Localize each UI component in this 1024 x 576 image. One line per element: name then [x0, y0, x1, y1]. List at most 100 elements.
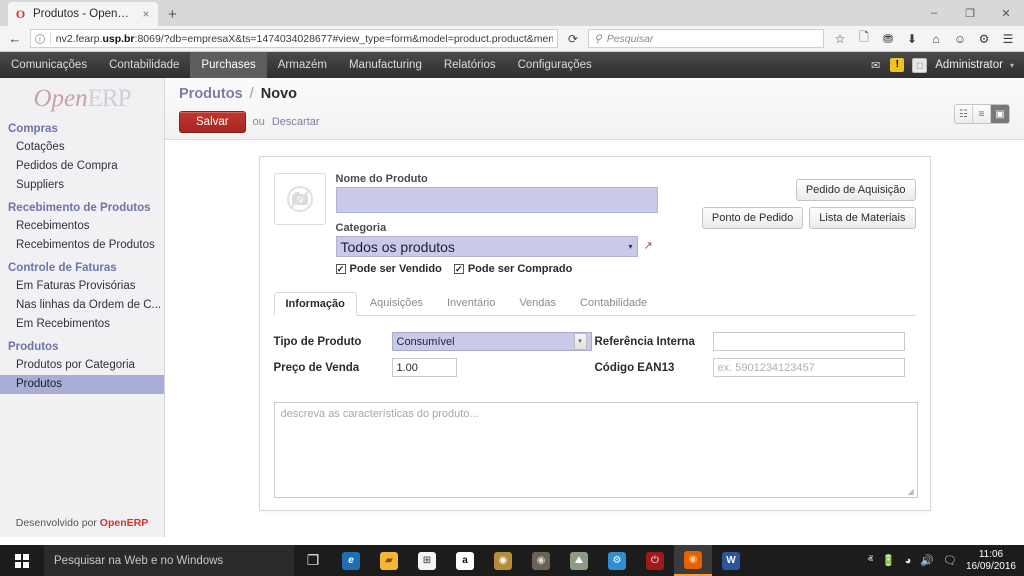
form-view-icon[interactable]: ▣ [991, 105, 1009, 123]
sidebar-item-em-faturas-provisorias[interactable]: Em Faturas Provisórias [0, 277, 164, 296]
minimize-icon[interactable]: – [916, 7, 952, 19]
resize-handle[interactable]: ◢ [908, 488, 916, 496]
taskbar-app-blue[interactable]: ⚙ [598, 545, 636, 576]
sidebar-item-pedidos-de-compra[interactable]: Pedidos de Compra [0, 157, 164, 176]
downloads-icon[interactable]: ⬇ [900, 32, 924, 46]
sidebar-item-em-recebimentos[interactable]: Em Recebimentos [0, 315, 164, 334]
description-textarea[interactable]: descreva as características do produto..… [273, 402, 918, 498]
sale-price-input[interactable]: 1.00 [391, 358, 457, 377]
opera-o-icon: O [15, 6, 26, 21]
purchase-order-button[interactable]: Pedido de Aquisição [795, 179, 916, 201]
form-field-grid: Tipo de Produto Consumível ▾ Preço de Ve… [274, 332, 916, 384]
reading-list-icon[interactable]: 🗋 [852, 28, 876, 49]
star-icon[interactable]: ☆ [828, 32, 852, 46]
menu-item-manufacturing[interactable]: Manufacturing [338, 52, 433, 78]
tab-inventario[interactable]: Inventário [436, 292, 506, 316]
breadcrumb-parent[interactable]: Produtos [179, 86, 243, 102]
kanban-view-icon[interactable]: ☷ [955, 105, 973, 123]
sidebar-item-recebimentos-de-produtos[interactable]: Recebimentos de Produtos [0, 236, 164, 255]
tab-aquisicoes[interactable]: Aquisições [359, 292, 434, 316]
taskbar-app-word[interactable]: W [712, 545, 750, 576]
category-label: Categoria [335, 222, 387, 234]
external-link-icon[interactable]: ↗ [644, 239, 653, 252]
ean13-input[interactable]: ex. 5901234123457 [712, 358, 905, 377]
home-icon[interactable]: ⌂ [924, 32, 948, 46]
taskbar-app-firefox[interactable]: ◉ [674, 545, 712, 576]
taskbar-app-store[interactable]: ⊞ [408, 545, 446, 576]
notifications-icon[interactable]: 🗨 [943, 554, 957, 567]
url-bar[interactable]: i nv2.fearp.usp.br:8069/?db=empresaX&ts=… [30, 29, 558, 48]
close-window-icon[interactable]: ✕ [988, 7, 1024, 20]
category-value: Todos os produtos [340, 238, 455, 255]
menu-icon[interactable]: ☰ [996, 32, 1020, 46]
menu-item-configuracoes[interactable]: Configurações [507, 52, 603, 78]
tab-informacao[interactable]: Informação [273, 292, 357, 316]
task-view-icon[interactable]: ❐ [294, 545, 332, 576]
product-type-label: Tipo de Produto [273, 335, 362, 348]
can-be-purchased-checkbox[interactable]: ✓ Pode ser Comprado [453, 263, 572, 275]
wifi-icon[interactable]: ◕ [905, 555, 912, 567]
volume-icon[interactable]: 🔊 [920, 554, 934, 567]
taskbar-search-placeholder: Pesquisar na Web e no Windows [54, 554, 224, 567]
new-tab-button[interactable]: + [168, 6, 177, 23]
gold-app-icon: ◉ [494, 551, 512, 570]
sidebar-item-produtos[interactable]: Produtos [0, 375, 164, 394]
menu-item-relatorios[interactable]: Relatórios [433, 52, 507, 78]
taskbar-app-photos[interactable]: ⛰ [560, 545, 598, 576]
menu-item-contabilidade[interactable]: Contabilidade [98, 52, 190, 78]
menu-item-armazem[interactable]: Armazém [267, 52, 338, 78]
tab-vendas[interactable]: Vendas [508, 292, 567, 316]
avatar[interactable]: ◻ [912, 57, 928, 73]
taskbar-app-file-explorer[interactable]: ▰ [370, 545, 408, 576]
taskbar-app-power[interactable]: ⏻ [636, 545, 674, 576]
product-type-select[interactable]: Consumível ▾ [391, 332, 592, 351]
battery-icon[interactable]: 🔋 [882, 554, 896, 567]
reorder-point-button[interactable]: Ponto de Pedido [701, 207, 804, 229]
openerp-logo: Open ERP [0, 78, 164, 116]
sidebar-item-suppliers[interactable]: Suppliers [0, 176, 164, 195]
start-button[interactable] [0, 545, 44, 576]
warning-icon[interactable]: ! [890, 58, 905, 72]
account-icon[interactable]: ☺ [948, 32, 972, 46]
list-view-icon[interactable]: ≡ [973, 105, 991, 123]
user-name[interactable]: Administrator [931, 59, 1003, 71]
store-icon: ⊞ [418, 551, 436, 570]
product-name-input[interactable] [335, 187, 658, 213]
sidebar-item-produtos-por-categoria[interactable]: Produtos por Categoria [0, 356, 164, 375]
pocket-icon[interactable]: ⛃ [876, 32, 900, 46]
window-controls: – ❐ ✕ [916, 0, 1024, 26]
browser-tab[interactable]: O Produtos - OpenERP × [8, 2, 158, 26]
taskbar-clock[interactable]: 11:06 16/09/2016 [966, 549, 1016, 573]
save-button[interactable]: Salvar [179, 111, 246, 133]
tab-contabilidade[interactable]: Contabilidade [569, 292, 658, 316]
can-be-sold-checkbox[interactable]: ✓ Pode ser Vendido [335, 263, 442, 275]
chevron-down-icon[interactable]: ▾ [1007, 61, 1018, 70]
no-camera-icon[interactable] [273, 173, 326, 225]
control-panel: Produtos / Novo Salvar ou Descartar ☷ ≡ … [165, 78, 1024, 140]
category-select[interactable]: Todos os produtos ▾ [335, 236, 638, 257]
reload-icon[interactable]: ⟳ [562, 32, 584, 46]
sidebar-item-nas-linhas-da-ordem[interactable]: Nas linhas da Ordem de C... [0, 296, 164, 315]
description-placeholder: descreva as características do produto..… [280, 408, 479, 420]
internal-ref-input[interactable] [712, 332, 905, 351]
bill-of-materials-button[interactable]: Lista de Materiais [809, 207, 916, 229]
form-sheet-wrapper: Nome do Produto Categoria Todos os produ… [165, 140, 1024, 511]
restore-icon[interactable]: ❐ [952, 7, 988, 20]
menu-item-purchases[interactable]: Purchases [190, 52, 267, 78]
menu-item-comunicacoes[interactable]: Comunicações [0, 52, 98, 78]
sidebar-item-recebimentos[interactable]: Recebimentos [0, 217, 164, 236]
taskbar-app-gold[interactable]: ◉ [484, 545, 522, 576]
taskbar-search-input[interactable]: Pesquisar na Web e no Windows [44, 545, 294, 576]
taskbar-app-dark[interactable]: ◉ [522, 545, 560, 576]
discard-button[interactable]: Descartar [272, 116, 320, 128]
sync-icon[interactable]: ⚙ [972, 32, 996, 46]
browser-search-box[interactable]: ⚲ Pesquisar [588, 29, 824, 48]
tray-chevron-up-icon[interactable]: ⱏ [867, 554, 872, 567]
sidebar-item-cotacoes[interactable]: Cotações [0, 138, 164, 157]
taskbar-app-edge[interactable]: e [332, 545, 370, 576]
taskbar-app-amazon[interactable]: a [446, 545, 484, 576]
site-info-icon[interactable]: i [35, 33, 45, 44]
mail-icon[interactable]: ✉ [865, 59, 886, 72]
back-icon[interactable]: ← [4, 31, 26, 46]
close-icon[interactable]: × [140, 7, 152, 21]
